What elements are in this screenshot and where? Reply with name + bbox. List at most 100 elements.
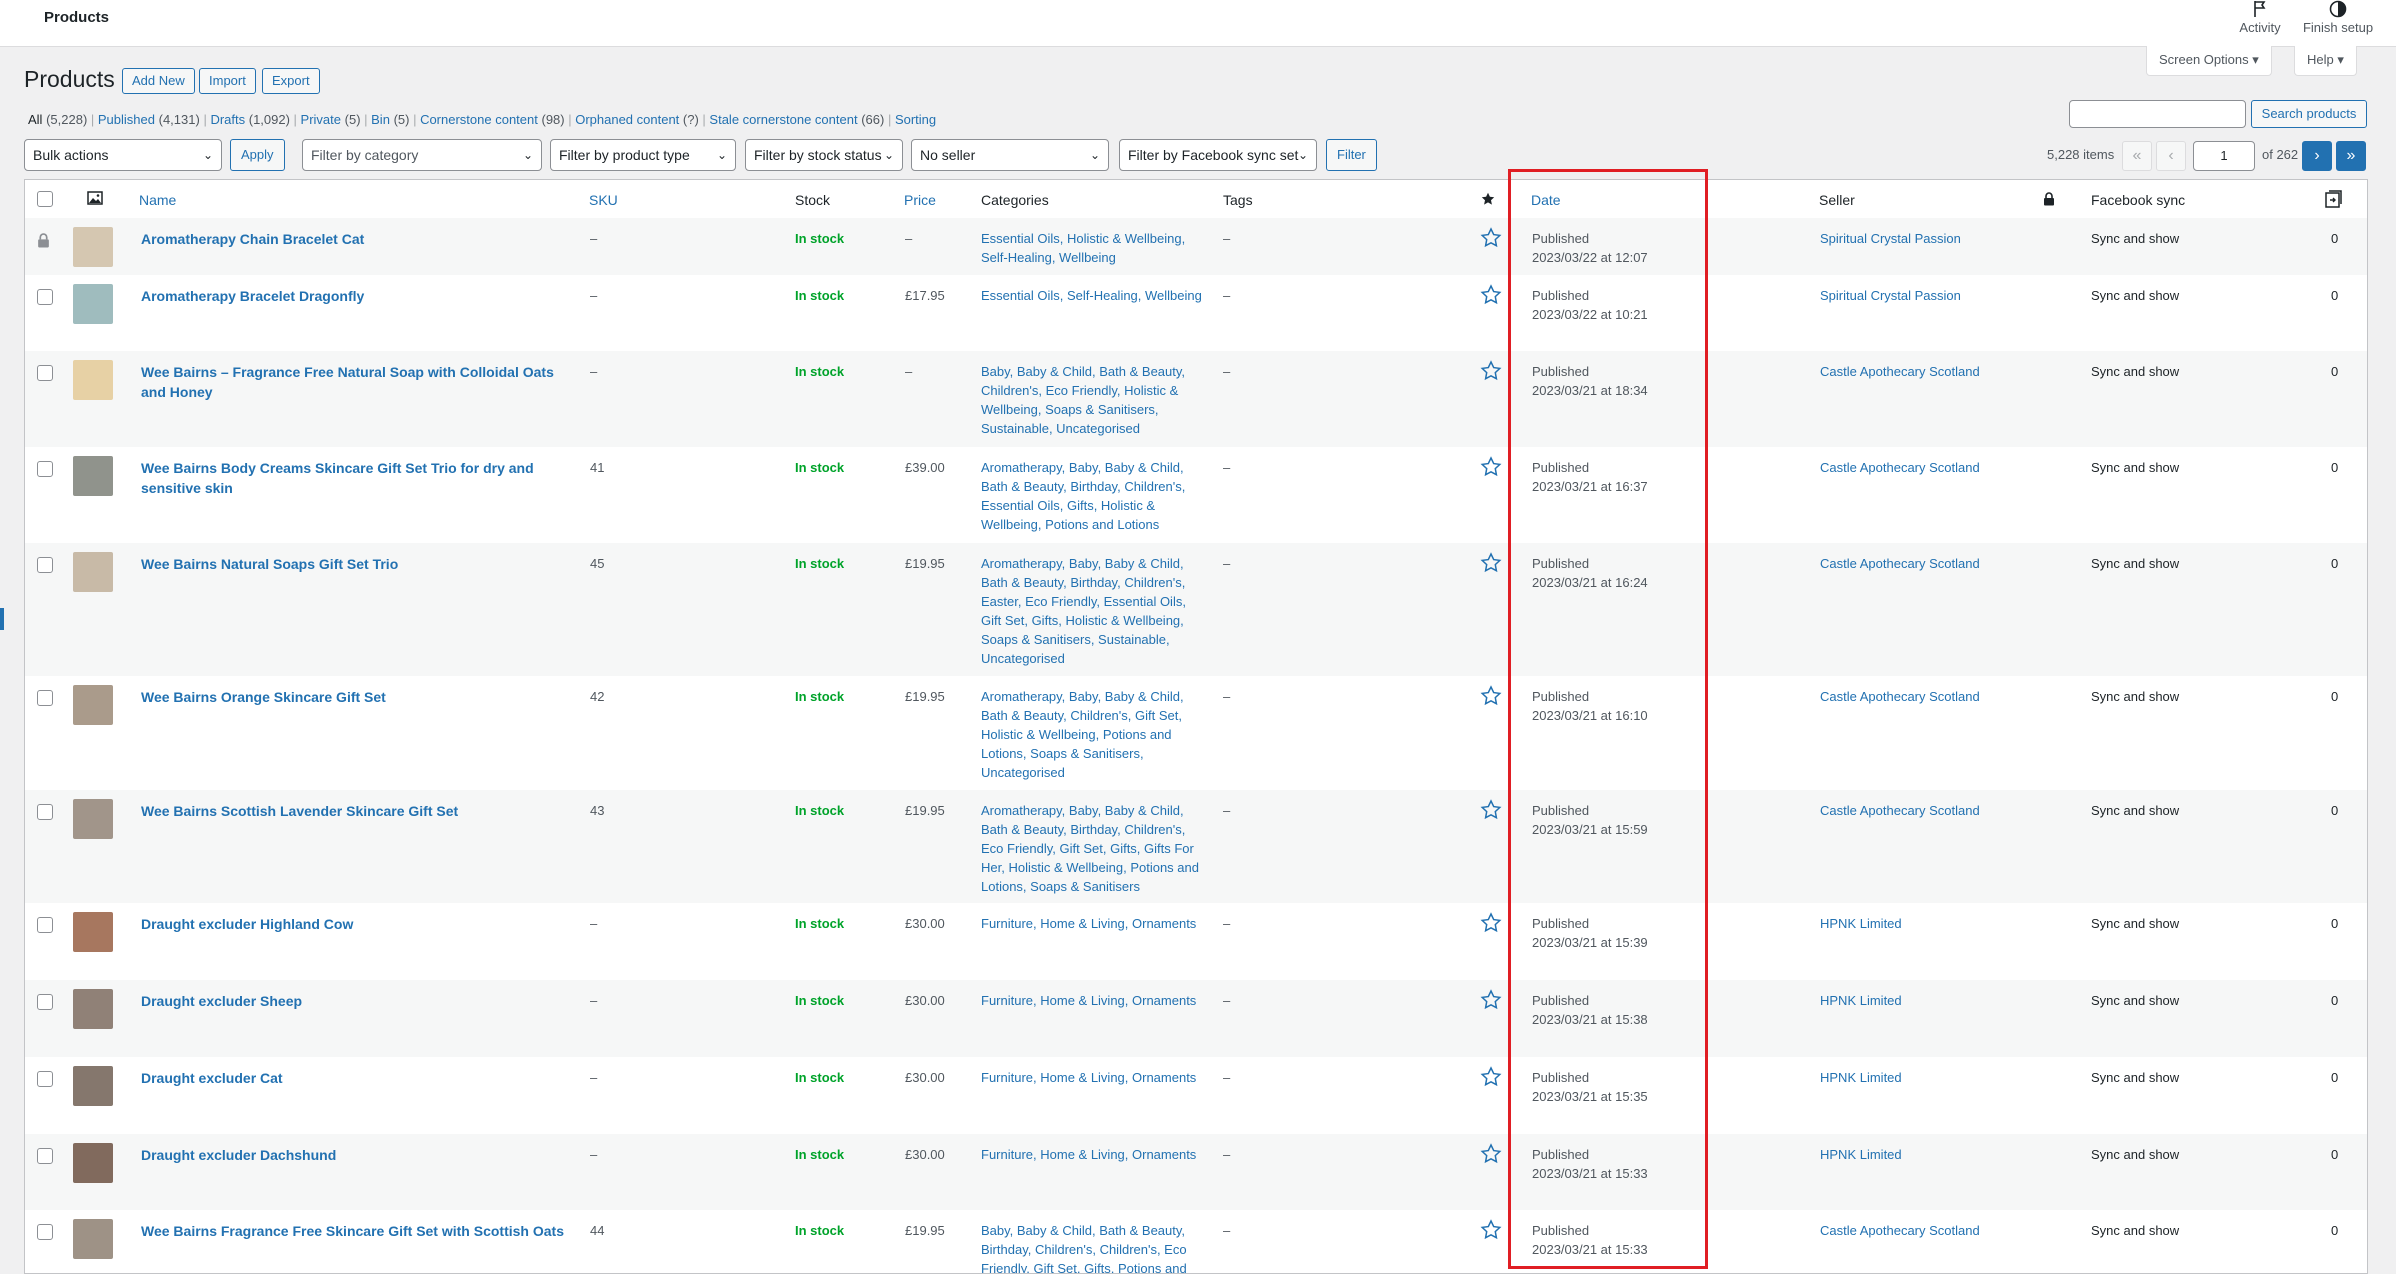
star-icon[interactable] [1480, 227, 1502, 249]
product-categories[interactable]: Furniture, Home & Living, Ornaments [981, 1068, 1206, 1087]
product-name-link[interactable]: Wee Bairns Natural Soaps Gift Set Trio [141, 554, 571, 574]
product-categories[interactable]: Furniture, Home & Living, Ornaments [981, 991, 1206, 1010]
seller-link[interactable]: Castle Apothecary Scotland [1820, 801, 1980, 820]
product-categories[interactable]: Baby, Baby & Child, Bath & Beauty, Birth… [981, 1221, 1206, 1273]
star-icon[interactable] [1480, 989, 1502, 1011]
row-checkbox[interactable] [37, 557, 53, 573]
product-thumbnail[interactable] [73, 360, 113, 400]
product-categories[interactable]: Aromatherapy, Baby, Baby & Child, Bath &… [981, 554, 1206, 668]
seller-link[interactable]: HPNK Limited [1820, 1145, 1902, 1164]
table-row[interactable]: Aromatherapy Bracelet Dragonfly – In stock… [25, 275, 2367, 351]
search-products-button[interactable]: Search products [2251, 100, 2367, 128]
seller-link[interactable]: Castle Apothecary Scotland [1820, 687, 1980, 706]
row-checkbox[interactable] [37, 994, 53, 1010]
row-checkbox[interactable] [37, 1148, 53, 1164]
product-categories[interactable]: Baby, Baby & Child, Bath & Beauty, Child… [981, 362, 1206, 438]
help-button[interactable]: Help ▾ [2294, 46, 2357, 76]
product-name-link[interactable]: Draught excluder Cat [141, 1068, 571, 1088]
view-private[interactable]: Private (5) [301, 112, 361, 127]
current-page-input[interactable]: 1 [2193, 141, 2255, 171]
table-row[interactable]: Wee Bairns Body Creams Skincare Gift Set… [25, 447, 2367, 543]
product-categories[interactable]: Furniture, Home & Living, Ornaments [981, 914, 1206, 933]
column-sku[interactable]: SKU [589, 192, 618, 208]
product-thumbnail[interactable] [73, 989, 113, 1029]
row-checkbox[interactable] [37, 1224, 53, 1240]
row-checkbox[interactable] [37, 690, 53, 706]
first-page-button[interactable]: « [2122, 141, 2152, 171]
product-thumbnail[interactable] [73, 1219, 113, 1259]
row-checkbox[interactable] [37, 461, 53, 477]
stock-status-filter-select[interactable]: Filter by stock status ⌄ [745, 139, 903, 171]
product-name-link[interactable]: Wee Bairns Body Creams Skincare Gift Set… [141, 458, 571, 498]
product-name-link[interactable]: Wee Bairns Orange Skincare Gift Set [141, 687, 571, 707]
star-icon[interactable] [1480, 799, 1502, 821]
product-name-link[interactable]: Draught excluder Dachshund [141, 1145, 571, 1165]
product-categories[interactable]: Aromatherapy, Baby, Baby & Child, Bath &… [981, 801, 1206, 896]
export-button[interactable]: Export [262, 68, 320, 94]
table-row[interactable]: Wee Bairns Orange Skincare Gift Set 42 In … [25, 676, 2367, 790]
table-row[interactable]: Wee Bairns – Fragrance Free Natural Soap… [25, 351, 2367, 447]
product-name-link[interactable]: Wee Bairns Scottish Lavender Skincare Gi… [141, 801, 571, 821]
next-page-button[interactable]: › [2302, 141, 2332, 171]
star-icon[interactable] [1480, 284, 1502, 306]
import-button[interactable]: Import [199, 68, 256, 94]
product-thumbnail[interactable] [73, 685, 113, 725]
product-thumbnail[interactable] [73, 227, 113, 267]
star-icon[interactable] [1480, 1066, 1502, 1088]
product-thumbnail[interactable] [73, 284, 113, 324]
star-icon[interactable] [1480, 685, 1502, 707]
prev-page-button[interactable]: ‹ [2156, 141, 2186, 171]
table-row[interactable]: Wee Bairns Natural Soaps Gift Set Trio 45… [25, 543, 2367, 676]
row-checkbox[interactable] [37, 365, 53, 381]
finish-setup-button[interactable]: Finish setup [2300, 0, 2376, 35]
row-checkbox[interactable] [37, 917, 53, 933]
last-page-button[interactable]: » [2336, 141, 2366, 171]
select-all-checkbox[interactable] [37, 191, 53, 207]
view-published[interactable]: Published (4,131) [98, 112, 200, 127]
view-drafts[interactable]: Drafts (1,092) [210, 112, 290, 127]
product-categories[interactable]: Essential Oils, Self-Healing, Wellbeing [981, 286, 1206, 305]
seller-link[interactable]: Spiritual Crystal Passion [1820, 229, 1961, 248]
product-categories[interactable]: Aromatherapy, Baby, Baby & Child, Bath &… [981, 687, 1206, 782]
row-checkbox[interactable] [37, 804, 53, 820]
table-row[interactable]: Aromatherapy Chain Bracelet Cat – In stock… [25, 218, 2367, 275]
table-row[interactable]: Draught excluder Dachshund – In stock £30.0… [25, 1134, 2367, 1210]
activity-button[interactable]: Activity [2230, 0, 2290, 35]
screen-options-button[interactable]: Screen Options ▾ [2146, 46, 2272, 76]
search-input[interactable] [2069, 100, 2246, 128]
star-icon[interactable] [1480, 360, 1502, 382]
product-thumbnail[interactable] [73, 456, 113, 496]
product-thumbnail[interactable] [73, 552, 113, 592]
product-name-link[interactable]: Draught excluder Highland Cow [141, 914, 571, 934]
seller-link[interactable]: Castle Apothecary Scotland [1820, 362, 1980, 381]
facebook-sync-filter-select[interactable]: Filter by Facebook sync set ⌄ [1119, 139, 1317, 171]
row-checkbox[interactable] [37, 1071, 53, 1087]
table-row[interactable]: Draught excluder Cat – In stock £30.00 Furni… [25, 1057, 2367, 1134]
view-sorting[interactable]: Sorting [895, 112, 936, 127]
seller-link[interactable]: HPNK Limited [1820, 991, 1902, 1010]
add-new-button[interactable]: Add New [122, 68, 195, 94]
seller-link[interactable]: Castle Apothecary Scotland [1820, 1221, 1980, 1240]
star-icon[interactable] [1480, 1219, 1502, 1241]
row-checkbox[interactable] [37, 289, 53, 305]
filter-button[interactable]: Filter [1326, 139, 1377, 171]
star-icon[interactable] [1480, 552, 1502, 574]
product-categories[interactable]: Essential Oils, Holistic & Wellbeing, Se… [981, 229, 1206, 267]
table-row[interactable]: Draught excluder Highland Cow – In stock £3… [25, 903, 2367, 980]
star-icon[interactable] [1480, 912, 1502, 934]
product-name-link[interactable]: Aromatherapy Chain Bracelet Cat [141, 229, 571, 249]
star-icon[interactable] [1480, 456, 1502, 478]
seller-filter-select[interactable]: No seller ⌄ [911, 139, 1109, 171]
product-categories[interactable]: Furniture, Home & Living, Ornaments [981, 1145, 1206, 1164]
product-type-filter-select[interactable]: Filter by product type ⌄ [550, 139, 736, 171]
column-price[interactable]: Price [904, 192, 936, 208]
view-cornerstone-content[interactable]: Cornerstone content (98) [420, 112, 565, 127]
view-stale-cornerstone-content[interactable]: Stale cornerstone content (66) [709, 112, 884, 127]
table-row[interactable]: Draught excluder Sheep – In stock £30.00 Fur… [25, 980, 2367, 1057]
product-thumbnail[interactable] [73, 912, 113, 952]
seller-link[interactable]: HPNK Limited [1820, 914, 1902, 933]
product-name-link[interactable]: Wee Bairns Fragrance Free Skincare Gift … [141, 1221, 571, 1241]
category-filter-select[interactable]: Filter by category ⌄ [302, 139, 542, 171]
product-name-link[interactable]: Draught excluder Sheep [141, 991, 571, 1011]
product-thumbnail[interactable] [73, 1143, 113, 1183]
